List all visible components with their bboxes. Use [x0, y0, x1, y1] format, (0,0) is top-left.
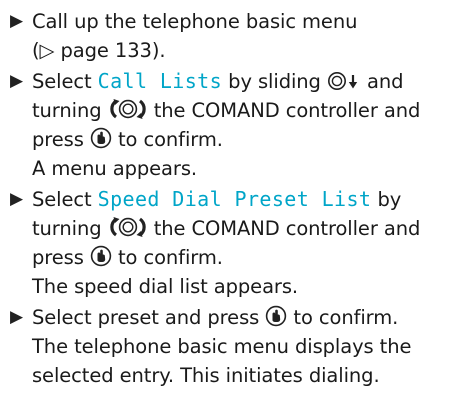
controller-slide-down-icon: [327, 71, 361, 91]
step-text: turning: [32, 99, 108, 122]
step-text: to confirm.: [111, 128, 223, 151]
step-text: to confirm.: [111, 246, 223, 269]
controller-turn-icon: [108, 216, 148, 238]
step-line: turning the COMAND controller and: [32, 97, 420, 124]
controller-turn-icon: [108, 98, 148, 120]
controller-press-icon: [90, 245, 112, 267]
step-result: A menu appears.: [32, 157, 197, 180]
controller-press-icon: [265, 305, 287, 327]
step-line: press to confirm.: [32, 126, 223, 153]
step-text: press: [32, 128, 90, 151]
step-text: press: [32, 246, 90, 269]
step-text: by sliding: [222, 70, 327, 93]
step-text: to confirm.: [287, 306, 399, 329]
menu-term-speed-dial-preset-list: Speed Dial Preset List: [97, 187, 372, 211]
controller-press-icon: [90, 127, 112, 149]
menu-term-call-lists: Call Lists: [97, 69, 223, 93]
step-text: the COMAND controller and: [147, 217, 421, 240]
step-text: Select: [32, 70, 98, 93]
step-text: Select: [32, 188, 98, 211]
step-text: the COMAND controller and: [147, 99, 421, 122]
step-text: Call up the telephone basic menu: [32, 10, 358, 33]
step-line: press to confirm.: [32, 244, 223, 271]
triangle-right-icon: ▶: [10, 11, 24, 31]
triangle-right-icon: ▶: [10, 189, 24, 209]
step-text: and: [360, 70, 404, 93]
step-line: Select Call Lists by sliding and: [32, 68, 404, 95]
step-text: Select preset and press: [32, 306, 266, 329]
step-line: turning the COMAND controller and: [32, 215, 420, 242]
step-line: Select Speed Dial Preset List by: [32, 186, 401, 213]
step-result: The telephone basic menu displays the: [32, 335, 412, 358]
triangle-right-icon: ▶: [10, 71, 24, 91]
triangle-right-icon: ▶: [10, 307, 24, 327]
step-text: turning: [32, 217, 108, 240]
step-result: The speed dial list appears.: [32, 275, 299, 298]
page-reference: (▷ page 133).: [32, 39, 166, 62]
step-text: by: [371, 188, 402, 211]
step-line: Select preset and press to confirm.: [32, 304, 398, 331]
step-result: selected entry. This initiates dialing.: [32, 364, 380, 387]
